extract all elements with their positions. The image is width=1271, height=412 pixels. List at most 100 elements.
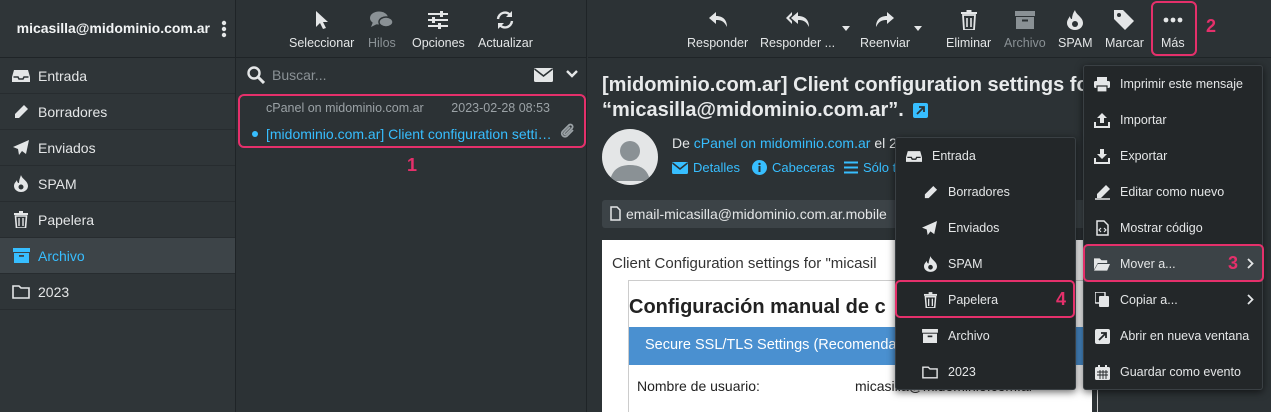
folder-pane: micasilla@midominio.com.ar Entrada Borra… [0, 0, 236, 412]
message-subject-heading-cont: “micasilla@midominio.com.ar”. [602, 99, 929, 122]
archive-button[interactable]: Archivo [1004, 8, 1046, 50]
inbox-icon [906, 148, 922, 164]
delete-button[interactable]: Eliminar [946, 8, 991, 50]
sender-link[interactable]: cPanel on midominio.com.ar [694, 135, 871, 151]
message-date: 2023-02-28 08:53 [451, 101, 550, 115]
forward-button[interactable]: Reenviar [860, 8, 910, 50]
forward-dropdown-icon[interactable] [914, 26, 922, 31]
avatar [602, 129, 658, 185]
details-label: Detalles [693, 160, 740, 175]
fire-icon [922, 256, 938, 272]
code-file-icon [1094, 220, 1110, 236]
headers-label: Cabeceras [772, 160, 835, 175]
pencil-icon [11, 102, 31, 122]
message-row[interactable]: cPanel on midominio.com.ar 2023-02-28 08… [238, 94, 586, 148]
menu-item-label: Copiar a... [1120, 293, 1178, 307]
archive-icon [11, 246, 31, 266]
pencil-icon [922, 184, 938, 200]
from-prefix: De [672, 135, 694, 151]
reply-icon [708, 8, 728, 32]
select-label: Seleccionar [289, 36, 355, 50]
menu-item-edit-as-new[interactable]: Editar como nuevo [1084, 174, 1262, 210]
menu-item-import[interactable]: Importar [1084, 102, 1262, 138]
options-label: Opciones [412, 36, 465, 50]
folder-borradores[interactable]: Borradores [0, 94, 235, 130]
envelope-filter-icon[interactable] [534, 68, 553, 82]
more-menu: Imprimir este mensaje Importar Exportar … [1083, 65, 1263, 390]
list-toolbar: Seleccionar Hilos Opciones Actualizar [236, 0, 587, 58]
menu-item-show-source[interactable]: Mostrar código [1084, 210, 1262, 246]
paper-plane-icon [11, 138, 31, 158]
archive-icon [1014, 8, 1035, 32]
calendar-icon [1094, 364, 1110, 380]
external-link-icon[interactable] [913, 103, 929, 119]
folder-archivo[interactable]: Archivo [0, 238, 235, 274]
fire-icon [11, 174, 31, 194]
folder-label: Enviados [38, 139, 96, 156]
step-4-label: 4 [1056, 289, 1067, 309]
mark-button[interactable]: Marcar [1105, 8, 1144, 50]
move-target-2023[interactable]: 2023 [896, 354, 1075, 390]
archive-icon [922, 328, 938, 344]
message-from: cPanel on midominio.com.ar [266, 101, 424, 115]
threads-button[interactable]: Hilos [368, 8, 396, 50]
file-icon [610, 206, 621, 221]
chevron-down-icon[interactable] [566, 70, 578, 78]
move-target-enviados[interactable]: Enviados [896, 210, 1075, 246]
account-menu-icon[interactable] [221, 20, 227, 38]
folder-papelera[interactable]: Papelera [0, 202, 235, 238]
menu-item-export[interactable]: Exportar [1084, 138, 1262, 174]
move-target-spam[interactable]: SPAM [896, 246, 1075, 282]
folder-enviados[interactable]: Enviados [0, 130, 235, 166]
envelope-icon [672, 161, 688, 174]
menu-item-label: Enviados [948, 221, 1000, 235]
search-input[interactable]: Buscar... [272, 67, 326, 83]
edit-icon [1094, 184, 1110, 200]
menu-item-print[interactable]: Imprimir este mensaje [1084, 66, 1262, 102]
refresh-button[interactable]: Actualizar [478, 8, 533, 50]
body-heading: Configuración manual de c [629, 296, 886, 318]
folder-spam[interactable]: SPAM [0, 166, 235, 202]
headers-link[interactable]: Cabeceras [752, 160, 835, 175]
menu-item-label: Entrada [932, 149, 976, 163]
message-subject-heading: [midominio.com.ar] Client configuration … [602, 74, 1089, 96]
select-button[interactable]: Seleccionar [289, 8, 354, 50]
menu-item-label: Importar [1120, 113, 1167, 127]
upload-icon [1094, 112, 1110, 128]
details-link[interactable]: Detalles [672, 160, 740, 175]
menu-item-label: Archivo [948, 329, 990, 343]
folder-label: SPAM [38, 175, 77, 192]
print-icon [1094, 76, 1110, 92]
more-button-highlight [1151, 1, 1197, 56]
menu-item-label: Exportar [1120, 149, 1168, 163]
refresh-label: Actualizar [478, 36, 533, 50]
comments-icon [369, 8, 394, 32]
options-button[interactable]: Opciones [412, 8, 465, 50]
menu-item-open-new-window[interactable]: Abrir en nueva ventana [1084, 318, 1262, 354]
reply-all-dropdown-icon[interactable] [842, 26, 850, 31]
folder-label: Borradores [38, 103, 108, 120]
account-header: micasilla@midominio.com.ar [0, 0, 236, 58]
menu-item-copy-to[interactable]: Copiar a... [1084, 282, 1262, 318]
reply-all-button[interactable]: Responder ... [760, 8, 835, 50]
info-icon [752, 160, 767, 175]
search-icon [247, 66, 265, 84]
mark-label: Marcar [1105, 36, 1144, 50]
folder-label: Entrada [38, 67, 88, 84]
move-target-entrada[interactable]: Entrada [896, 138, 1075, 174]
move-target-borradores[interactable]: Borradores [896, 174, 1075, 210]
move-target-archivo[interactable]: Archivo [896, 318, 1075, 354]
reply-button[interactable]: Responder [687, 8, 748, 50]
spam-button[interactable]: SPAM [1058, 8, 1093, 50]
menu-item-save-event[interactable]: Guardar como evento [1084, 354, 1262, 390]
body-intro-text: Client Configuration settings for "micas… [612, 255, 877, 272]
paper-plane-icon [922, 220, 938, 236]
folder-entrada[interactable]: Entrada [0, 58, 235, 94]
refresh-icon [495, 8, 515, 32]
search-bar: Buscar... [236, 58, 587, 92]
menu-item-label: Abrir en nueva ventana [1120, 329, 1250, 343]
menu-item-label: Imprimir este mensaje [1120, 77, 1243, 91]
folder-2023[interactable]: 2023 [0, 274, 235, 310]
folder-label: Archivo [38, 247, 85, 264]
plain-text-link[interactable]: Sólo t [844, 160, 896, 175]
